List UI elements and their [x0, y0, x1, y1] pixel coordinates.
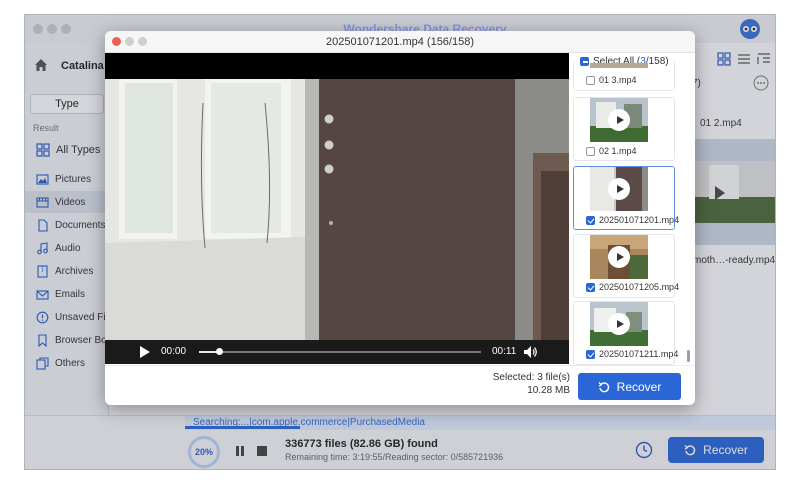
- list-item-label[interactable]: 202501071211.mp4: [586, 349, 678, 359]
- video-thumbnail: [590, 302, 648, 346]
- video-player[interactable]: 00:00 00:11: [105, 53, 569, 364]
- current-time: 00:00: [161, 346, 187, 357]
- file-name: 02 1.mp4: [599, 146, 637, 156]
- file-thumbnail-list[interactable]: Select All (3/158) 01 3.mp4 02 1.mp4 202…: [569, 53, 695, 365]
- list-item-label[interactable]: 202501071201.mp4: [586, 215, 679, 225]
- list-item-label[interactable]: 02 1.mp4: [586, 146, 637, 156]
- duration-time: 00:11: [492, 346, 517, 357]
- file-name: 202501071201.mp4: [599, 215, 680, 225]
- video-thumbnail: [590, 63, 648, 68]
- volume-icon[interactable]: [524, 346, 538, 358]
- video-thumbnail: [590, 98, 648, 142]
- video-frame-image: [105, 53, 569, 340]
- preview-recover-label: Recover: [616, 379, 662, 394]
- play-icon[interactable]: [608, 109, 630, 131]
- selected-count-text: Selected: 3 file(s): [492, 372, 570, 383]
- play-icon[interactable]: [608, 313, 630, 335]
- selected-size-text: 10.28 MB: [527, 385, 570, 396]
- preview-recover-button[interactable]: Recover: [578, 373, 681, 400]
- seek-slider[interactable]: [199, 348, 481, 355]
- preview-dialog: 202501071201.mp4 (156/158) 00:00 00:11 S…: [105, 31, 695, 405]
- video-thumbnail: [590, 235, 648, 279]
- file-checkbox[interactable]: [586, 75, 595, 85]
- close-dialog-button[interactable]: [112, 37, 121, 46]
- file-name: 202501071205.mp4: [599, 282, 680, 292]
- video-control-bar: 00:00 00:11: [105, 340, 569, 364]
- file-name: 202501071211.mp4: [599, 349, 679, 359]
- preview-title: 202501071201.mp4 (156/158): [325, 36, 474, 48]
- file-name: 01 3.mp4: [599, 75, 637, 85]
- play-icon[interactable]: [139, 346, 150, 358]
- list-item-label[interactable]: 202501071205.mp4: [586, 282, 679, 292]
- file-checkbox[interactable]: [586, 349, 595, 359]
- file-checkbox[interactable]: [586, 282, 595, 292]
- preview-footer: Selected: 3 file(s) 10.28 MB Recover: [105, 365, 695, 405]
- seek-handle[interactable]: [215, 348, 223, 355]
- restore-icon: [598, 381, 609, 392]
- file-checkbox[interactable]: [586, 215, 595, 225]
- file-checkbox[interactable]: [586, 146, 595, 156]
- list-scrollbar[interactable]: [687, 350, 690, 362]
- minimize-dialog-button[interactable]: [125, 37, 134, 46]
- play-icon[interactable]: [608, 178, 630, 200]
- preview-titlebar: 202501071201.mp4 (156/158): [105, 31, 695, 53]
- zoom-dialog-button[interactable]: [138, 37, 147, 46]
- video-thumbnail: [590, 167, 648, 211]
- selected-summary: Selected: 3 file(s) 10.28 MB: [475, 371, 570, 397]
- play-icon[interactable]: [608, 246, 630, 268]
- list-item-label[interactable]: 01 3.mp4: [586, 75, 637, 85]
